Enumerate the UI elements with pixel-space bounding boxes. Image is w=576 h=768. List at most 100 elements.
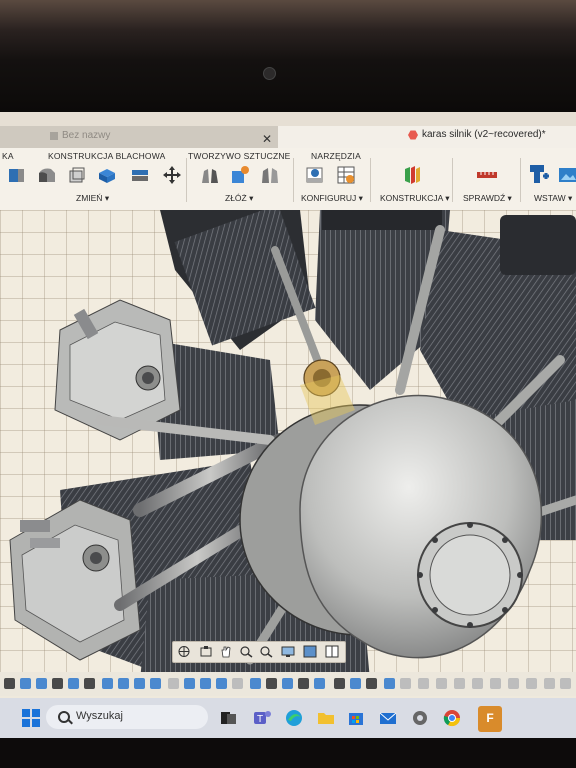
timeline-feature[interactable] [20, 678, 31, 689]
joint-icon[interactable] [200, 165, 220, 185]
timeline-feature[interactable] [560, 678, 571, 689]
look-at-icon[interactable] [199, 645, 213, 658]
microsoft-store-icon[interactable] [346, 708, 366, 728]
timeline-move-icon[interactable] [334, 678, 345, 689]
zoom-icon[interactable] [239, 645, 253, 658]
timeline-feature[interactable] [36, 678, 47, 689]
timeline-feature[interactable] [400, 678, 411, 689]
timeline-feature[interactable] [282, 678, 293, 689]
timeline-move-icon[interactable] [4, 678, 15, 689]
search-placeholder: Wyszukaj [76, 710, 123, 722]
divider [370, 158, 371, 202]
configure-table-icon[interactable] [305, 165, 325, 185]
timeline-feature[interactable] [314, 678, 325, 689]
tab-karas-silnik[interactable]: karas silnik (v2~recovered)* [278, 126, 576, 148]
3d-viewport[interactable] [0, 210, 576, 680]
timeline-feature[interactable] [508, 678, 519, 689]
cylinder-top-left [160, 210, 316, 350]
bend-icon[interactable] [67, 165, 87, 185]
webcam [263, 67, 276, 80]
as-built-joint-icon[interactable] [260, 165, 280, 185]
sheet-body-icon[interactable] [97, 165, 117, 185]
task-view-icon[interactable] [218, 708, 238, 728]
orbit-icon[interactable] [177, 645, 191, 658]
timeline-feature[interactable] [472, 678, 483, 689]
divider [186, 158, 187, 202]
timeline-bar [0, 672, 576, 696]
nose-cowl [299, 394, 543, 659]
taskbar-search-box[interactable]: Wyszukaj [46, 705, 208, 729]
group-label-sheet-metal: KONSTRUKCJA BLACHOWA [48, 151, 166, 161]
timeline-feature[interactable] [118, 678, 129, 689]
timeline-move-icon[interactable] [52, 678, 63, 689]
group-label-partial: KA [2, 151, 14, 161]
grid-settings-icon[interactable] [303, 645, 317, 658]
fusion360-app-icon[interactable]: F [478, 706, 502, 732]
timeline-feature[interactable] [418, 678, 429, 689]
move-icon[interactable] [162, 165, 182, 185]
zoom-window-icon[interactable] [259, 645, 273, 658]
construct-dropdown[interactable]: KONSTRUKCJA ▾ [380, 193, 449, 204]
timeline-move-icon[interactable] [84, 678, 95, 689]
timeline-feature[interactable] [168, 678, 179, 689]
navigation-bar [172, 641, 346, 663]
inspect-dropdown[interactable]: SPRAWDŹ ▾ [463, 193, 512, 204]
windows-start-icon[interactable] [22, 709, 40, 727]
timeline-move-icon[interactable] [266, 678, 277, 689]
settings-gear-icon[interactable] [410, 708, 430, 728]
document-status-icon [408, 130, 418, 140]
extrude-icon[interactable] [7, 165, 27, 185]
timeline-feature[interactable] [216, 678, 227, 689]
group-label-tools: NARZĘDZIA [311, 151, 361, 161]
measure-icon[interactable] [476, 165, 498, 185]
timeline-feature[interactable] [384, 678, 395, 689]
configure-dropdown[interactable]: KONFIGURUJ ▾ [301, 193, 363, 204]
screen: Bez nazwy ✕ karas silnik (v2~recovered)*… [0, 112, 576, 738]
timeline-feature[interactable] [526, 678, 537, 689]
timeline-feature[interactable] [490, 678, 501, 689]
pan-icon[interactable] [219, 645, 233, 658]
timeline-feature[interactable] [454, 678, 465, 689]
timeline-feature[interactable] [350, 678, 361, 689]
timeline-feature[interactable] [184, 678, 195, 689]
modify-dropdown[interactable]: ZMIEŃ ▾ [76, 193, 109, 204]
parameters-table-icon[interactable] [336, 165, 356, 185]
tab-label: Bez nazwy [62, 130, 111, 141]
timeline-feature[interactable] [150, 678, 161, 689]
construct-plane-icon[interactable] [402, 165, 422, 185]
windows-taskbar: Wyszukaj T F [0, 698, 576, 738]
timeline-feature[interactable] [68, 678, 79, 689]
tab-untitled[interactable]: Bez nazwy [0, 126, 278, 148]
timeline-feature[interactable] [232, 678, 243, 689]
ribbon-toolbar: KA KONSTRUKCJA BLACHOWA TWORZYWO SZTUCZN… [0, 148, 576, 211]
timeline-move-icon[interactable] [366, 678, 377, 689]
timeline-feature[interactable] [200, 678, 211, 689]
timeline-feature[interactable] [250, 678, 261, 689]
new-component-icon[interactable] [230, 165, 250, 185]
display-settings-icon[interactable] [281, 645, 295, 658]
insert-derive-icon[interactable] [528, 163, 550, 185]
monitor-bezel-bottom [0, 738, 576, 768]
timeline-move-icon[interactable] [298, 678, 309, 689]
monitor-bezel-top [0, 0, 576, 112]
timeline-feature[interactable] [134, 678, 145, 689]
insert-dropdown[interactable]: WSTAW ▾ [534, 193, 572, 204]
document-icon [50, 132, 58, 140]
chrome-icon[interactable] [442, 708, 462, 728]
edge-browser-icon[interactable] [284, 708, 304, 728]
unfold-icon[interactable] [130, 165, 150, 185]
close-tab-icon[interactable]: ✕ [262, 132, 272, 146]
teams-icon[interactable]: T [252, 708, 272, 728]
assemble-dropdown[interactable]: ZŁÓŻ ▾ [225, 193, 253, 204]
insert-image-icon[interactable] [558, 165, 576, 185]
divider [293, 158, 294, 202]
file-explorer-icon[interactable] [316, 708, 336, 728]
group-label-plastic: TWORZYWO SZTUCZNE [188, 151, 291, 161]
mail-icon[interactable] [378, 708, 398, 728]
timeline-feature[interactable] [436, 678, 447, 689]
timeline-feature[interactable] [544, 678, 555, 689]
svg-text:T: T [257, 714, 263, 725]
timeline-feature[interactable] [102, 678, 113, 689]
flange-icon[interactable] [37, 165, 57, 185]
viewports-icon[interactable] [325, 645, 339, 658]
